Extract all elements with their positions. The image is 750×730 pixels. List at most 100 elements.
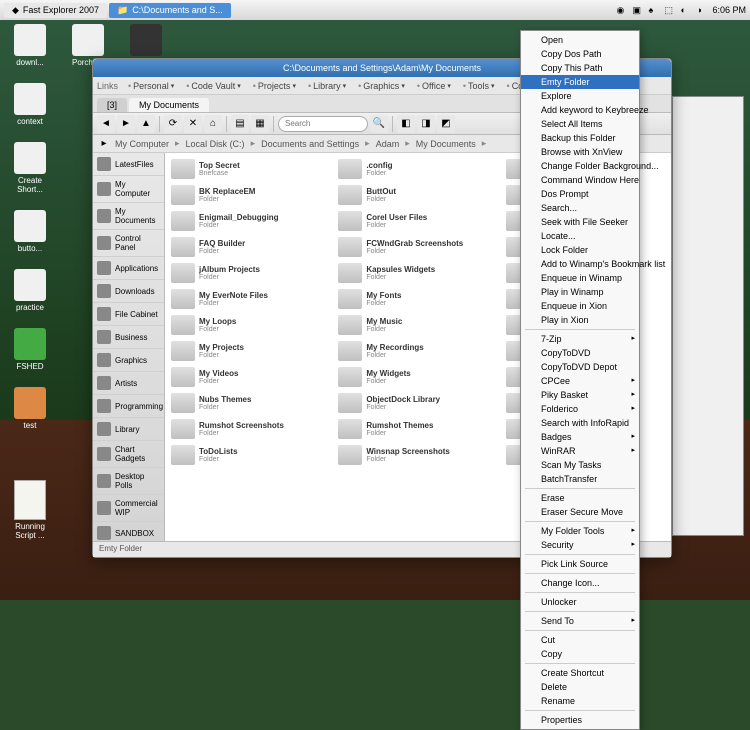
menu-item[interactable]: 7-Zip▸: [521, 332, 639, 346]
file-item[interactable]: Corel User FilesFolder: [336, 209, 499, 233]
sidebar-item[interactable]: Library: [93, 418, 164, 441]
menu-item[interactable]: Delete: [521, 680, 639, 694]
desktop-icon[interactable]: Create Short...: [4, 142, 56, 194]
running-script-note[interactable]: Running Script ...: [6, 480, 54, 540]
menu-item[interactable]: Copy: [521, 647, 639, 661]
sidebar-item[interactable]: LatestFiles: [93, 153, 164, 176]
file-item[interactable]: My MusicFolder: [336, 313, 499, 337]
links-item[interactable]: • Code Vault ▾: [180, 81, 247, 91]
sidebar-item[interactable]: Applications: [93, 257, 164, 280]
sidebar-item[interactable]: Chart Gadgets: [93, 441, 164, 468]
tab[interactable]: [3]: [97, 98, 127, 112]
toolbar-button[interactable]: ▦: [251, 115, 269, 133]
menu-item[interactable]: Change Icon...: [521, 576, 639, 590]
menu-item[interactable]: Scan My Tasks: [521, 458, 639, 472]
file-item[interactable]: Winsnap ScreenshotsFolder: [336, 443, 499, 467]
toolbar-button[interactable]: ✕: [184, 115, 202, 133]
file-item[interactable]: Nubs ThemesFolder: [169, 391, 332, 415]
sidebar-item[interactable]: Graphics: [93, 349, 164, 372]
menu-item[interactable]: Add keyword to Keybreeze: [521, 103, 639, 117]
breadcrumb-item[interactable]: Local Disk (C:): [182, 139, 249, 149]
menu-item[interactable]: Pick Link Source: [521, 557, 639, 571]
menu-item[interactable]: Add to Winamp's Bookmark list: [521, 257, 639, 271]
taskbar-tab-app[interactable]: ◆ Fast Explorer 2007: [4, 3, 107, 18]
toolbar-button[interactable]: ◧: [397, 115, 415, 133]
desktop-icon[interactable]: FSHED: [4, 328, 56, 371]
menu-item[interactable]: Open: [521, 33, 639, 47]
menu-item[interactable]: Send To▸: [521, 614, 639, 628]
breadcrumb-item[interactable]: My Documents: [412, 139, 480, 149]
breadcrumb-item[interactable]: My Computer: [111, 139, 173, 149]
taskbar-tab-explorer[interactable]: 📁 C:\Documents and S...: [109, 3, 231, 18]
menu-item[interactable]: Search...: [521, 201, 639, 215]
breadcrumb-icon[interactable]: ▸: [97, 137, 111, 151]
sidebar-item[interactable]: My Documents: [93, 203, 164, 230]
menu-item[interactable]: Enqueue in Xion: [521, 299, 639, 313]
menu-item[interactable]: Folderico▸: [521, 402, 639, 416]
menu-item[interactable]: Select All Items: [521, 117, 639, 131]
menu-item[interactable]: Cut: [521, 633, 639, 647]
menu-item[interactable]: Explore: [521, 89, 639, 103]
sidebar-item[interactable]: Programming: [93, 395, 164, 418]
menu-item[interactable]: CopyToDVD: [521, 346, 639, 360]
menu-item[interactable]: Search with InfoRapid: [521, 416, 639, 430]
menu-item[interactable]: Properties: [521, 713, 639, 727]
menu-item[interactable]: Create Shortcut: [521, 666, 639, 680]
file-item[interactable]: My WidgetsFolder: [336, 365, 499, 389]
toolbar-button[interactable]: ⌂: [204, 115, 222, 133]
file-item[interactable]: ToDoListsFolder: [169, 443, 332, 467]
tray-icon[interactable]: ◑: [696, 5, 706, 15]
breadcrumb-item[interactable]: Documents and Settings: [257, 139, 363, 149]
file-item[interactable]: Top SecretBriefcase: [169, 157, 332, 181]
forward-button[interactable]: ►: [117, 115, 135, 133]
desktop-icon[interactable]: practice: [4, 269, 56, 312]
file-item[interactable]: Enigmail_DebuggingFolder: [169, 209, 332, 233]
menu-item[interactable]: CPCee▸: [521, 374, 639, 388]
sidebar-item[interactable]: Downloads: [93, 280, 164, 303]
menu-item[interactable]: Enqueue in Winamp: [521, 271, 639, 285]
sidebar-item[interactable]: Artists: [93, 372, 164, 395]
menu-item[interactable]: Play in Xion: [521, 313, 639, 327]
file-item[interactable]: Rumshot ScreenshotsFolder: [169, 417, 332, 441]
file-item[interactable]: My EverNote FilesFolder: [169, 287, 332, 311]
menu-item[interactable]: Badges▸: [521, 430, 639, 444]
back-button[interactable]: ◄: [97, 115, 115, 133]
menu-item[interactable]: Backup this Folder: [521, 131, 639, 145]
links-item[interactable]: • Office ▾: [411, 81, 457, 91]
desktop-icon[interactable]: butto...: [4, 210, 56, 253]
tray-icon[interactable]: ◉: [616, 5, 626, 15]
search-input[interactable]: [278, 116, 368, 132]
menu-item[interactable]: Erase: [521, 491, 639, 505]
links-item[interactable]: • Library ▾: [302, 81, 352, 91]
menu-item[interactable]: Change Folder Background...: [521, 159, 639, 173]
breadcrumb-item[interactable]: Adam: [372, 139, 404, 149]
file-item[interactable]: My VideosFolder: [169, 365, 332, 389]
file-item[interactable]: ObjectDock LibraryFolder: [336, 391, 499, 415]
file-item[interactable]: FAQ BuilderFolder: [169, 235, 332, 259]
tray-icon[interactable]: ♠: [648, 5, 658, 15]
background-window[interactable]: [672, 96, 744, 536]
menu-item[interactable]: Copy This Path: [521, 61, 639, 75]
desktop-icon[interactable]: test: [4, 387, 56, 430]
sidebar-item[interactable]: Control Panel: [93, 230, 164, 257]
file-item[interactable]: My RecordingsFolder: [336, 339, 499, 363]
sidebar-item[interactable]: Desktop Polls: [93, 468, 164, 495]
menu-item[interactable]: Play in Winamp: [521, 285, 639, 299]
file-item[interactable]: ButtOutFolder: [336, 183, 499, 207]
sidebar-item[interactable]: SANDBOX: [93, 522, 164, 541]
menu-item[interactable]: Rename: [521, 694, 639, 708]
file-item[interactable]: My FontsFolder: [336, 287, 499, 311]
menu-item[interactable]: My Folder Tools▸: [521, 524, 639, 538]
file-item[interactable]: My ProjectsFolder: [169, 339, 332, 363]
menu-item[interactable]: Seek with File Seeker: [521, 215, 639, 229]
tray-icon[interactable]: ⬚: [664, 5, 674, 15]
menu-item[interactable]: Lock Folder: [521, 243, 639, 257]
toolbar-button[interactable]: ▤: [231, 115, 249, 133]
file-item[interactable]: FCWndGrab ScreenshotsFolder: [336, 235, 499, 259]
menu-item[interactable]: WinRAR▸: [521, 444, 639, 458]
menu-item[interactable]: Piky Basket▸: [521, 388, 639, 402]
sidebar-item[interactable]: File Cabinet: [93, 303, 164, 326]
menu-item[interactable]: Dos Prompt: [521, 187, 639, 201]
desktop-icon[interactable]: downl...: [4, 24, 56, 67]
links-item[interactable]: • Personal ▾: [122, 81, 180, 91]
